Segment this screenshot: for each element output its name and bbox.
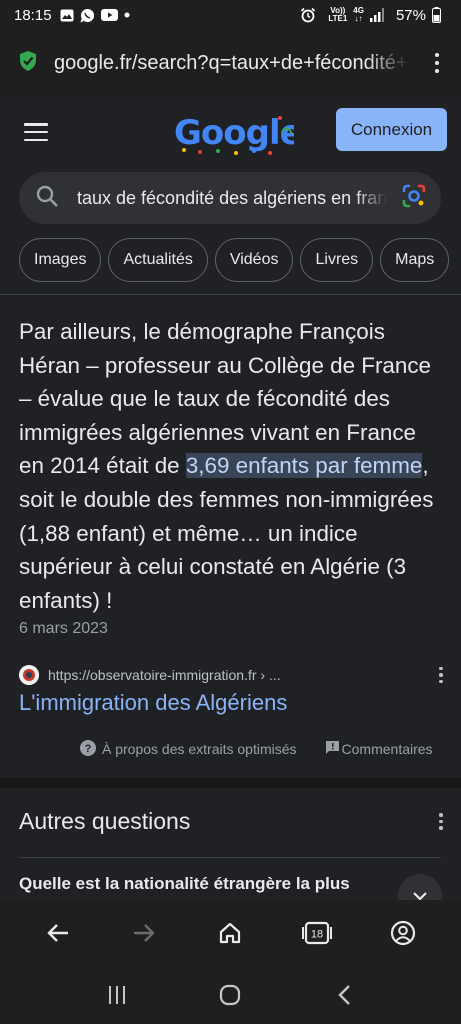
login-button[interactable]: Connexion bbox=[336, 108, 447, 151]
help-icon: ? bbox=[80, 739, 96, 759]
result-more-icon[interactable] bbox=[435, 666, 447, 684]
url-text[interactable]: google.fr/search?q=taux+de+fécondité+des… bbox=[54, 52, 409, 75]
comments-label: Commentaires bbox=[341, 741, 433, 757]
status-time: 18:15 bbox=[14, 6, 52, 24]
more-vert-icon[interactable] bbox=[427, 48, 447, 78]
result-source[interactable]: https://observatoire-immigration.fr › ..… bbox=[19, 663, 447, 687]
forward-arrow-icon[interactable] bbox=[121, 910, 167, 956]
tabs-icon[interactable]: 18 bbox=[294, 910, 340, 956]
signal-icon bbox=[369, 8, 384, 22]
svg-text:?: ? bbox=[85, 743, 92, 755]
section-separator bbox=[0, 778, 461, 788]
site-favicon bbox=[19, 665, 39, 685]
gallery-icon bbox=[60, 9, 74, 22]
about-snippets-label: À propos des extraits optimisés bbox=[102, 741, 297, 757]
network-volte: Vo)) LTE1 bbox=[328, 6, 348, 23]
chip-videos[interactable]: Vidéos bbox=[214, 238, 294, 282]
alarm-icon bbox=[300, 7, 316, 23]
browser-toolbar: 18 bbox=[0, 900, 461, 966]
chip-livres[interactable]: Livres bbox=[300, 238, 374, 282]
system-navigation bbox=[0, 966, 461, 1024]
chip-actualites[interactable]: Actualités bbox=[108, 238, 208, 282]
logo-text: Google bbox=[174, 113, 294, 153]
battery-icon bbox=[432, 7, 441, 23]
divider bbox=[19, 857, 441, 858]
dot-icon bbox=[124, 12, 130, 18]
snippet-highlight: 3,69 enfants par femme bbox=[185, 453, 423, 479]
paa-question[interactable]: Quelle est la nationalité étrangère la p… bbox=[19, 874, 379, 894]
youtube-icon bbox=[100, 9, 118, 21]
account-icon[interactable] bbox=[380, 910, 426, 956]
status-bar: 18:15 Vo)) LTE1 4G ↓↑ 57% bbox=[0, 0, 461, 30]
paa-header: Autres questions bbox=[19, 808, 447, 835]
google-doodle-logo[interactable]: Google bbox=[170, 110, 303, 156]
divider bbox=[0, 294, 461, 295]
home-circle-icon[interactable] bbox=[210, 975, 250, 1015]
google-header: Google Connexion bbox=[0, 96, 461, 166]
chip-images[interactable]: Images bbox=[19, 238, 102, 282]
battery-percent: 57% bbox=[395, 6, 426, 24]
back-chevron-icon[interactable] bbox=[324, 975, 364, 1015]
whatsapp-icon bbox=[80, 8, 95, 23]
menu-icon[interactable] bbox=[24, 123, 48, 141]
google-lens-icon[interactable] bbox=[401, 183, 427, 214]
paa-title: Autres questions bbox=[19, 808, 191, 834]
result-title-link[interactable]: L'immigration des Algériens bbox=[19, 690, 287, 716]
featured-snippet-text: Par ailleurs, le démographe François Hér… bbox=[19, 315, 447, 617]
snippet-feedback: ? À propos des extraits optimisés Commen… bbox=[80, 738, 450, 760]
tab-count: 18 bbox=[311, 929, 323, 941]
address-bar[interactable]: google.fr/search?q=taux+de+fécondité+des… bbox=[0, 30, 461, 96]
search-tabs: Images Actualités Vidéos Livres Maps bbox=[19, 238, 461, 282]
recents-icon[interactable] bbox=[97, 975, 137, 1015]
network-gen: 4G ↓↑ bbox=[353, 6, 364, 23]
search-icon[interactable] bbox=[35, 184, 59, 213]
feedback-icon bbox=[325, 740, 340, 758]
back-arrow-icon[interactable] bbox=[35, 910, 81, 956]
comments-link[interactable]: Commentaires bbox=[325, 740, 433, 758]
about-snippets-link[interactable]: ? À propos des extraits optimisés bbox=[80, 739, 297, 759]
paa-more-icon[interactable] bbox=[435, 813, 447, 830]
shield-check-icon[interactable] bbox=[18, 50, 38, 77]
search-box[interactable]: taux de fécondité des algériens en franc… bbox=[19, 172, 441, 224]
source-url[interactable]: https://observatoire-immigration.fr › ..… bbox=[48, 667, 281, 683]
chip-maps[interactable]: Maps bbox=[380, 238, 450, 282]
snippet-date: 6 mars 2023 bbox=[19, 620, 108, 637]
home-icon[interactable] bbox=[207, 910, 253, 956]
search-input[interactable]: taux de fécondité des algériens en franc… bbox=[77, 188, 387, 209]
